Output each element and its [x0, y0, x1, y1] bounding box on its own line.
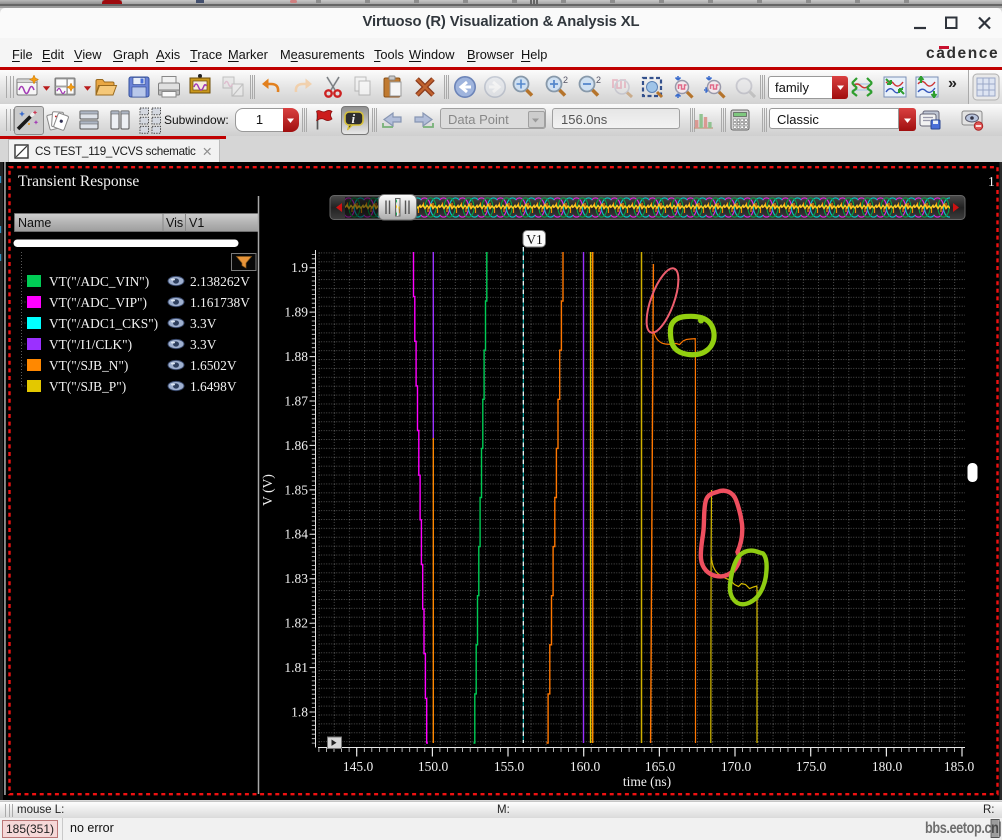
svg-text:160.0: 160.0: [570, 759, 601, 774]
svg-text:1.6502V: 1.6502V: [190, 358, 237, 373]
svg-text:2.138262V: 2.138262V: [190, 274, 250, 289]
svg-text:VT("/SJB_N"): VT("/SJB_N"): [49, 358, 128, 373]
svg-text:1.82: 1.82: [284, 616, 308, 631]
svg-text:time (ns): time (ns): [623, 774, 671, 789]
svg-text:V1: V1: [526, 232, 543, 247]
svg-text:VT("/ADC1_CKS"): VT("/ADC1_CKS"): [49, 316, 158, 331]
svg-text:1.86: 1.86: [284, 438, 308, 453]
svg-text:175.0: 175.0: [796, 759, 827, 774]
svg-text:145.0: 145.0: [343, 759, 374, 774]
svg-text:2: 2: [563, 75, 568, 85]
svg-text:150.0: 150.0: [418, 759, 449, 774]
svg-text:1.9: 1.9: [291, 260, 308, 275]
svg-text:1.83: 1.83: [284, 571, 308, 586]
svg-text:i: i: [352, 111, 356, 126]
svg-text:155.0: 155.0: [494, 759, 525, 774]
svg-text:1.87: 1.87: [284, 394, 308, 409]
svg-text:VT("/ADC_VIP"): VT("/ADC_VIP"): [49, 295, 147, 310]
svg-text:V (V): V (V): [260, 474, 275, 506]
svg-text:VT("/ADC_VIN"): VT("/ADC_VIN"): [49, 274, 149, 289]
svg-text:1.89: 1.89: [284, 305, 308, 320]
svg-text:1.88: 1.88: [284, 349, 308, 364]
svg-text:3.3V: 3.3V: [190, 337, 217, 352]
svg-text:1.85: 1.85: [284, 482, 308, 497]
svg-text:1.84: 1.84: [284, 527, 308, 542]
svg-text:Transient Response: Transient Response: [18, 173, 139, 190]
svg-text:1.6498V: 1.6498V: [190, 379, 237, 394]
svg-text:2: 2: [596, 75, 601, 85]
svg-text:3.3V: 3.3V: [190, 316, 217, 331]
svg-text:Vis: Vis: [166, 216, 183, 230]
svg-text:1: 1: [988, 174, 995, 189]
svg-text:V1: V1: [189, 216, 204, 230]
svg-text:180.0: 180.0: [872, 759, 903, 774]
svg-text:185.0: 185.0: [944, 759, 975, 774]
svg-text:1.81: 1.81: [284, 660, 308, 675]
svg-text:VT("/I1/CLK"): VT("/I1/CLK"): [49, 337, 132, 352]
svg-text:1.8: 1.8: [291, 704, 308, 719]
svg-text:165.0: 165.0: [645, 759, 676, 774]
svg-text:VT("/SJB_P"): VT("/SJB_P"): [49, 379, 126, 394]
svg-text:1.161738V: 1.161738V: [190, 295, 250, 310]
svg-text:Name: Name: [18, 216, 51, 230]
svg-text:170.0: 170.0: [721, 759, 752, 774]
